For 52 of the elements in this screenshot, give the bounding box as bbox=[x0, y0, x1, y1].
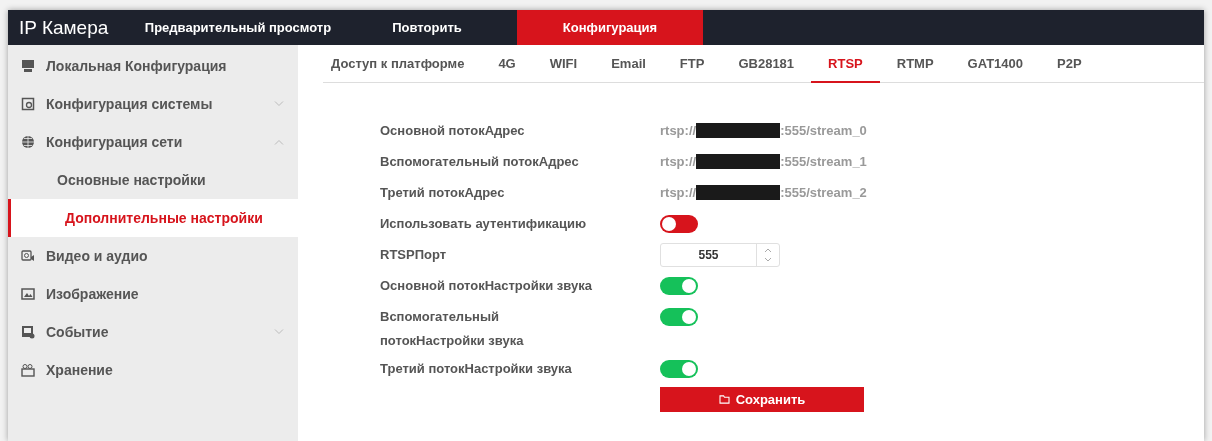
settings-tab[interactable]: 4G bbox=[481, 45, 533, 83]
address-text: rtsp:// bbox=[660, 123, 697, 138]
settings-tab[interactable]: RTSP bbox=[811, 45, 880, 83]
image-icon bbox=[21, 287, 35, 301]
field-label: Вспомогательный потокАдрес bbox=[380, 153, 580, 171]
sidebar-item[interactable]: Конфигурация системы bbox=[8, 85, 298, 123]
field-label: Основной потокНастройки звука bbox=[380, 277, 593, 295]
nav-tab[interactable]: Предварительный просмотр bbox=[139, 10, 337, 45]
settings-tab[interactable]: RTMP bbox=[879, 45, 951, 83]
settings-tab[interactable]: P2P bbox=[1040, 45, 1099, 83]
nav-tab[interactable]: Конфигурация bbox=[517, 10, 703, 45]
camera-icon bbox=[21, 249, 35, 263]
settings-tab[interactable]: GB28181 bbox=[721, 45, 812, 83]
address-text: :555/stream_1 bbox=[780, 154, 867, 169]
sidebar-item[interactable]: Локальная Конфигурация bbox=[8, 47, 298, 85]
toggle-switch[interactable] bbox=[660, 307, 698, 326]
sidebar-item[interactable]: Основные настройки bbox=[8, 161, 298, 199]
app-logo: IP Камера bbox=[18, 15, 110, 40]
field-label: Третий потокНастройки звука bbox=[380, 360, 573, 378]
picture-frame-icon bbox=[21, 325, 35, 339]
chevron-up-icon[interactable] bbox=[274, 139, 284, 145]
address-text: :555/stream_0 bbox=[780, 123, 867, 138]
toggle-switch[interactable] bbox=[660, 359, 698, 378]
globe-icon bbox=[21, 135, 35, 149]
save-button[interactable]: Сохранить bbox=[660, 387, 864, 412]
sidebar-item[interactable]: Изображение bbox=[8, 275, 298, 313]
chevron-down-icon[interactable] bbox=[274, 101, 284, 107]
settings-tab[interactable]: FTP bbox=[662, 45, 722, 83]
sidebar-item[interactable]: Событие bbox=[8, 313, 298, 351]
address-text: rtsp:// bbox=[660, 185, 697, 200]
monitor-icon bbox=[21, 59, 35, 73]
address-text: rtsp:// bbox=[660, 154, 697, 169]
settings-tab[interactable]: Доступ к платформе bbox=[323, 45, 482, 83]
address-text: :555/stream_2 bbox=[780, 185, 867, 200]
field-label: Вспомогательный потокНастройки звука bbox=[380, 308, 525, 350]
sidebar-item[interactable]: Хранение bbox=[8, 351, 298, 389]
window-icon bbox=[21, 97, 35, 111]
sidebar-item[interactable]: Видео и аудио bbox=[8, 237, 298, 275]
toggle-switch[interactable] bbox=[660, 276, 698, 295]
field-label: RTSPПорт bbox=[380, 246, 448, 264]
toggle-switch[interactable] bbox=[660, 214, 698, 233]
settings-tab[interactable]: Email bbox=[594, 45, 663, 83]
nav-tab[interactable]: Повторить bbox=[337, 10, 517, 45]
field-label: Третий потокАдрес bbox=[380, 184, 506, 202]
port-field[interactable]: 555 bbox=[660, 242, 780, 267]
sidebar-item[interactable]: Конфигурация сети bbox=[8, 123, 298, 161]
settings-tab[interactable]: GAT1400 bbox=[950, 45, 1040, 83]
field-label: Основной потокАдрес bbox=[380, 122, 526, 140]
field-label: Использовать аутентификацию bbox=[380, 215, 587, 233]
settings-tab[interactable]: WIFI bbox=[532, 45, 595, 83]
sidebar-item[interactable]: Дополнительные настройки bbox=[8, 199, 298, 237]
chevron-down-icon[interactable] bbox=[274, 329, 284, 335]
